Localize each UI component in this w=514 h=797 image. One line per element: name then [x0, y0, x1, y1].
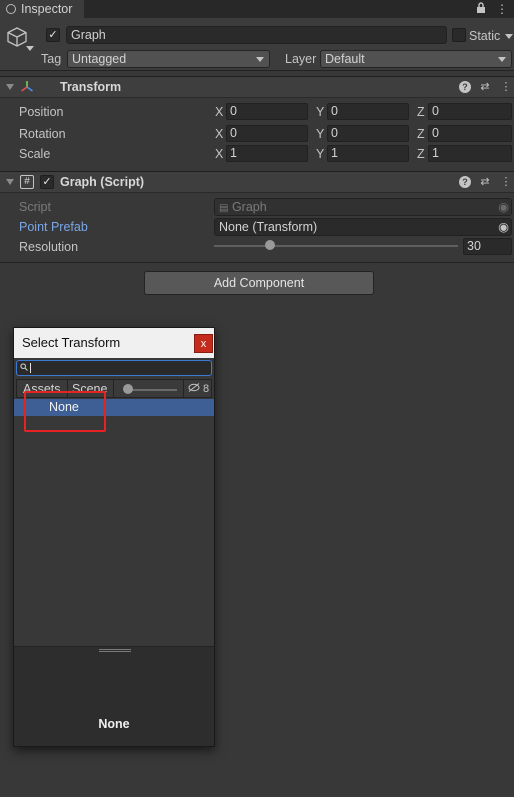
point-prefab-label: Point Prefab	[19, 220, 88, 234]
scale-label: Scale	[19, 147, 51, 161]
transform-title: Transform	[60, 80, 122, 94]
add-component-button[interactable]: Add Component	[144, 271, 374, 295]
tab-controls: ⋮	[476, 2, 508, 17]
script-field: ▤ Graph ◉	[214, 198, 512, 216]
scale-y-field[interactable]: 1	[327, 145, 409, 162]
tag-value: Untagged	[72, 52, 127, 66]
scale-z-field[interactable]: 1	[428, 145, 512, 162]
foldout-arrow-icon[interactable]	[6, 84, 14, 90]
script-enabled-checkbox[interactable]: ✓	[40, 175, 54, 189]
context-menu-icon[interactable]: ⋮	[500, 176, 512, 188]
axis-y-label[interactable]: Y	[316, 104, 324, 120]
axis-x-label[interactable]: X	[215, 146, 223, 162]
preset-icon[interactable]: ⇄	[479, 176, 491, 188]
hidden-count: 8	[202, 383, 210, 395]
search-icon	[20, 363, 28, 373]
context-menu-icon[interactable]: ⋮	[500, 81, 512, 93]
scale-x-field[interactable]: 1	[226, 145, 308, 162]
rotation-y-field[interactable]: 0	[327, 125, 409, 142]
resize-handle[interactable]	[99, 649, 131, 652]
preview-label: None	[98, 717, 130, 731]
layer-label: Layer	[285, 52, 317, 66]
point-prefab-value: None (Transform)	[219, 220, 318, 234]
position-x-field[interactable]: 0	[226, 103, 308, 120]
resolution-slider-thumb[interactable]	[265, 240, 276, 250]
lock-icon[interactable]	[476, 2, 486, 17]
layer-dropdown[interactable]: Default	[320, 50, 512, 68]
inspector-tab[interactable]: Inspector	[0, 0, 84, 18]
position-z-field[interactable]: 0	[428, 103, 512, 120]
text-caret	[30, 363, 31, 373]
axis-x-label[interactable]: X	[215, 104, 223, 120]
axis-z-label[interactable]: Z	[417, 146, 425, 162]
script-file-icon: ▤	[219, 203, 229, 214]
script-hash-icon: #	[20, 175, 34, 189]
rotation-x-field[interactable]: 0	[226, 125, 308, 142]
static-checkbox[interactable]	[452, 28, 466, 42]
rotation-label: Rotation	[19, 127, 66, 141]
info-icon	[6, 4, 16, 14]
help-icon[interactable]: ?	[459, 81, 471, 93]
icon-dropdown-arrow[interactable]	[26, 46, 34, 51]
eye-slash-icon	[188, 383, 203, 395]
position-label: Position	[19, 105, 64, 119]
object-picker-icon: ◉	[498, 200, 509, 214]
axis-x-label[interactable]: X	[215, 126, 223, 142]
foldout-arrow-icon[interactable]	[6, 179, 14, 185]
select-transform-window: Select Transform x Assets Scene 8 None N…	[13, 327, 215, 747]
chevron-down-icon	[256, 57, 264, 62]
rotation-z-field[interactable]: 0	[428, 125, 512, 142]
axis-y-label[interactable]: Y	[316, 146, 324, 162]
tab-title: Inspector	[21, 2, 73, 16]
resolution-label: Resolution	[19, 240, 79, 254]
resolution-slider-track[interactable]	[214, 245, 458, 247]
point-prefab-field[interactable]: None (Transform) ◉	[214, 218, 512, 236]
search-input[interactable]	[16, 360, 212, 376]
graph-script-header[interactable]: # ✓ Graph (Script) ? ⇄ ⋮	[0, 171, 514, 193]
object-picker-icon[interactable]: ◉	[498, 219, 509, 235]
cube-icon[interactable]	[6, 26, 28, 51]
layer-value: Default	[325, 52, 365, 66]
preset-icon[interactable]: ⇄	[479, 81, 491, 93]
preview-pane: None	[14, 646, 214, 746]
close-icon[interactable]: x	[194, 334, 213, 353]
popup-title: Select Transform	[14, 328, 214, 358]
transform-icon	[20, 80, 34, 97]
menu-icon[interactable]: ⋮	[496, 2, 508, 17]
zoom-slider-thumb[interactable]	[123, 384, 133, 394]
tab-bar: Inspector ⋮	[0, 0, 514, 18]
script-label: Script	[19, 200, 51, 214]
axis-z-label[interactable]: Z	[417, 126, 425, 142]
transform-header[interactable]: Transform ? ⇄ ⋮	[0, 76, 514, 98]
divider	[0, 262, 514, 263]
active-checkbox[interactable]: ✓	[46, 28, 60, 42]
resolution-field[interactable]: 30	[463, 238, 512, 255]
axis-z-label[interactable]: Z	[417, 104, 425, 120]
static-dropdown-arrow[interactable]	[505, 34, 513, 39]
highlight-annotation-box	[24, 391, 106, 432]
position-y-field[interactable]: 0	[327, 103, 409, 120]
tag-dropdown[interactable]: Untagged	[67, 50, 270, 68]
object-name-field[interactable]: Graph	[66, 26, 447, 44]
script-value: Graph	[231, 200, 267, 214]
hidden-count-toggle[interactable]: 8	[183, 380, 213, 398]
tag-label: Tag	[41, 52, 62, 66]
zoom-slider-track[interactable]	[127, 389, 177, 391]
help-icon[interactable]: ?	[459, 176, 471, 188]
chevron-down-icon	[498, 57, 506, 62]
graph-script-title: Graph (Script)	[60, 175, 145, 189]
static-label: Static	[469, 29, 501, 43]
axis-y-label[interactable]: Y	[316, 126, 324, 142]
gameobject-header: ✓ Graph Static Tag Untagged Layer Defaul…	[0, 18, 514, 71]
